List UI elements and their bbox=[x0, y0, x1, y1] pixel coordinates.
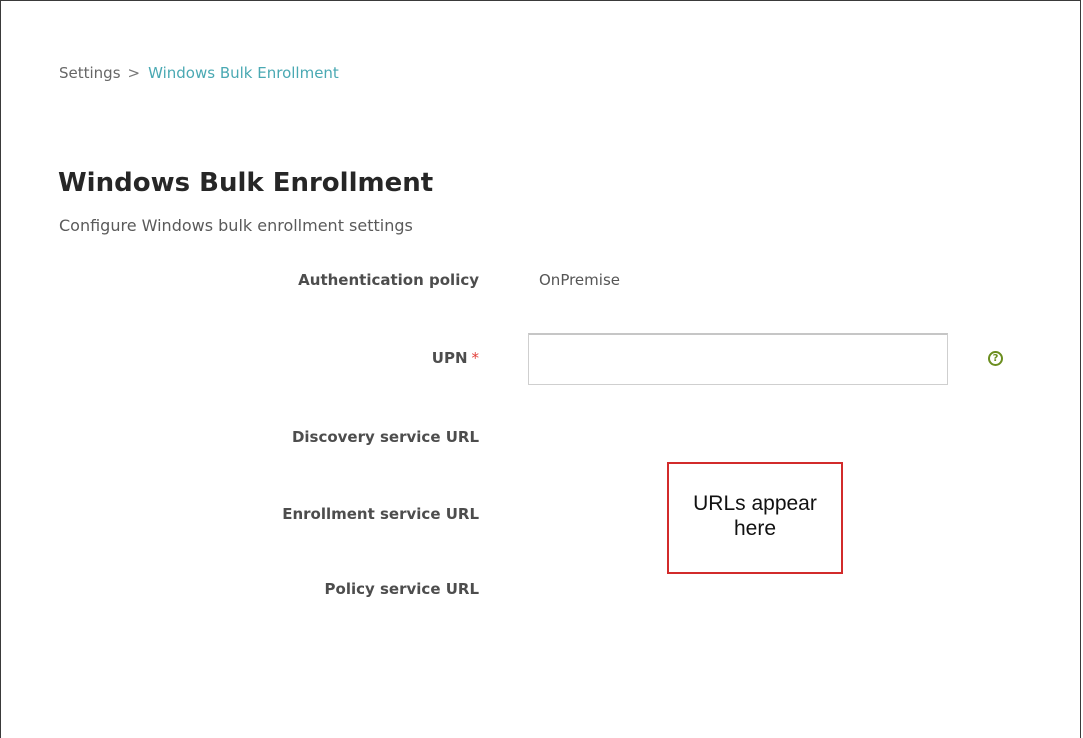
urls-annotation-text: URLs appear here bbox=[693, 492, 817, 540]
breadcrumb: Settings > Windows Bulk Enrollment bbox=[59, 64, 339, 82]
breadcrumb-current: Windows Bulk Enrollment bbox=[148, 64, 339, 82]
discovery-service-url-label: Discovery service URL bbox=[291, 428, 479, 446]
breadcrumb-separator: > bbox=[127, 64, 141, 82]
authentication-policy-value: OnPremise bbox=[539, 271, 620, 289]
enrollment-service-url-label: Enrollment service URL bbox=[282, 505, 479, 523]
urls-annotation-callout: URLs appear here bbox=[667, 462, 843, 574]
breadcrumb-settings-link[interactable]: Settings bbox=[59, 64, 121, 82]
upn-label: UPN * bbox=[432, 349, 479, 367]
authentication-policy-label: Authentication policy bbox=[298, 271, 479, 289]
page-subtitle: Configure Windows bulk enrollment settin… bbox=[59, 216, 413, 235]
help-icon[interactable]: ? bbox=[988, 351, 1003, 366]
policy-service-url-label: Policy service URL bbox=[324, 580, 479, 598]
upn-label-text: UPN bbox=[431, 349, 468, 367]
page-title: Windows Bulk Enrollment bbox=[58, 168, 434, 198]
required-marker: * bbox=[471, 349, 480, 367]
upn-input[interactable] bbox=[528, 333, 948, 385]
